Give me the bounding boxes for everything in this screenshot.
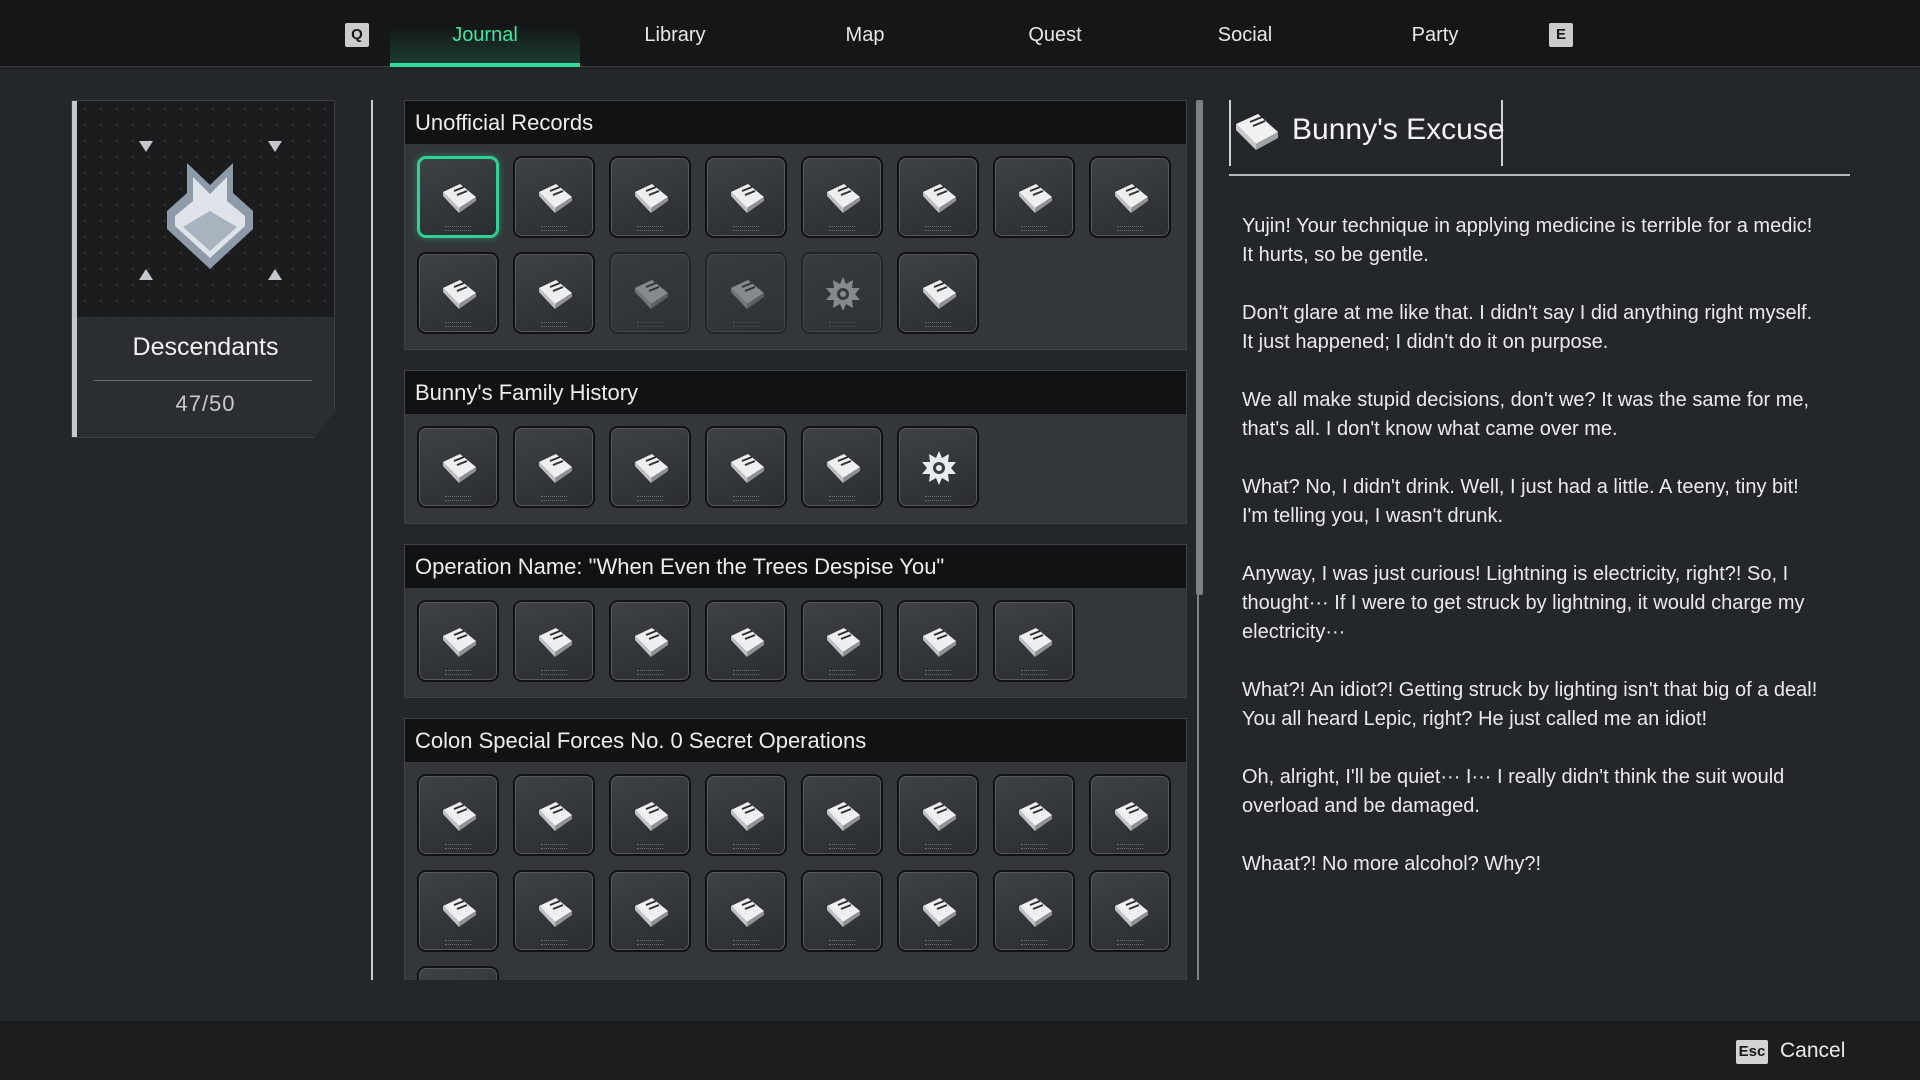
record-group: Operation Name: "When Even the Trees Des… (404, 544, 1187, 698)
record-tile[interactable] (1089, 156, 1171, 238)
record-tile[interactable] (897, 156, 979, 238)
record-tile[interactable] (1089, 774, 1171, 856)
record-tile[interactable] (705, 426, 787, 508)
tab-party[interactable]: Party (1340, 0, 1530, 67)
detail-title-underline (1229, 174, 1850, 176)
record-tile[interactable] (417, 966, 499, 980)
esc-key[interactable]: Esc (1736, 1040, 1768, 1064)
detail-paragraph: Yujin! Your technique in applying medici… (1242, 215, 1813, 266)
scrollbar-thumb[interactable] (1196, 100, 1203, 595)
record-tile[interactable] (417, 774, 499, 856)
record-tile[interactable] (417, 156, 499, 238)
record-tile[interactable] (897, 426, 979, 508)
detail-paragraph: What? No, I didn't drink. Well, I just h… (1242, 476, 1799, 527)
card-divider (94, 380, 312, 381)
book-icon (1236, 114, 1278, 150)
record-tile[interactable] (897, 252, 979, 334)
record-tile[interactable] (897, 870, 979, 952)
record-tile[interactable] (513, 870, 595, 952)
record-tile[interactable] (897, 774, 979, 856)
top-nav-bar: Q Journal Library Map Quest Social Party… (0, 0, 1920, 67)
record-tile[interactable] (513, 426, 595, 508)
record-tile[interactable] (609, 252, 691, 334)
detail-paragraph: Oh, alright, I'll be quiet··· I··· I rea… (1242, 766, 1785, 817)
group-title: Operation Name: "When Even the Trees Des… (405, 545, 1186, 588)
record-tile[interactable] (417, 870, 499, 952)
record-tile[interactable] (993, 156, 1075, 238)
cancel-button[interactable]: Cancel (1780, 1039, 1845, 1063)
record-tile[interactable] (705, 600, 787, 682)
record-tile[interactable] (801, 774, 883, 856)
record-tile[interactable] (417, 252, 499, 334)
detail-paragraph: Don't glare at me like that. I didn't sa… (1242, 302, 1813, 353)
record-tile[interactable] (1089, 870, 1171, 952)
record-tile[interactable] (801, 600, 883, 682)
record-tile[interactable] (417, 426, 499, 508)
record-group: Colon Special Forces No. 0 Secret Operat… (404, 718, 1187, 980)
category-progress: 47/50 (175, 391, 236, 416)
next-tab-key[interactable]: E (1549, 23, 1573, 47)
tab-library[interactable]: Library (580, 0, 770, 67)
tab-quest[interactable]: Quest (960, 0, 1150, 67)
group-title: Bunny's Family History (405, 371, 1186, 414)
tab-social[interactable]: Social (1150, 0, 1340, 67)
record-tile[interactable] (801, 870, 883, 952)
prev-tab-key[interactable]: Q (345, 23, 369, 47)
record-tile[interactable] (513, 600, 595, 682)
detail-title: Bunny's Excuse (1292, 113, 1505, 146)
bottom-bar (0, 1021, 1920, 1080)
record-tile[interactable] (705, 774, 787, 856)
detail-paragraph: We all make stupid decisions, don't we? … (1242, 389, 1810, 440)
detail-paragraph: Whaat?! No more alcohol? Why?! (1242, 853, 1542, 875)
descendant-emblem-icon (139, 141, 282, 280)
record-tile[interactable] (705, 156, 787, 238)
tab-journal[interactable]: Journal (390, 0, 580, 67)
record-tile[interactable] (801, 156, 883, 238)
record-tile[interactable] (801, 252, 883, 334)
record-tile[interactable] (705, 870, 787, 952)
record-tile[interactable] (609, 600, 691, 682)
record-tile[interactable] (417, 600, 499, 682)
record-tile[interactable] (609, 870, 691, 952)
record-tile[interactable] (993, 600, 1075, 682)
record-tile[interactable] (993, 870, 1075, 952)
detail-paragraph: Anyway, I was just curious! Lightning is… (1242, 563, 1805, 643)
record-tile[interactable] (513, 156, 595, 238)
tab-map[interactable]: Map (770, 0, 960, 67)
record-tile[interactable] (801, 426, 883, 508)
record-tile[interactable] (705, 252, 787, 334)
record-tile[interactable] (513, 774, 595, 856)
record-group: Unofficial Records (404, 100, 1187, 350)
record-tile[interactable] (993, 774, 1075, 856)
record-tile[interactable] (897, 600, 979, 682)
record-group: Bunny's Family History (404, 370, 1187, 524)
group-title: Unofficial Records (405, 101, 1186, 144)
category-title: Descendants (132, 333, 279, 361)
group-title: Colon Special Forces No. 0 Secret Operat… (405, 719, 1186, 762)
record-tile[interactable] (609, 774, 691, 856)
category-art (77, 101, 334, 317)
record-tile[interactable] (513, 252, 595, 334)
detail-body: Yujin! Your technique in applying medici… (1242, 212, 1827, 908)
category-card[interactable]: Descendants 47/50 (71, 100, 335, 438)
record-tile[interactable] (609, 426, 691, 508)
record-tile[interactable] (609, 156, 691, 238)
record-list: Unofficial Records Bunny's Family Histor… (404, 100, 1187, 980)
detail-paragraph: What?! An idiot?! Getting struck by ligh… (1242, 679, 1818, 730)
list-left-border (371, 100, 373, 980)
